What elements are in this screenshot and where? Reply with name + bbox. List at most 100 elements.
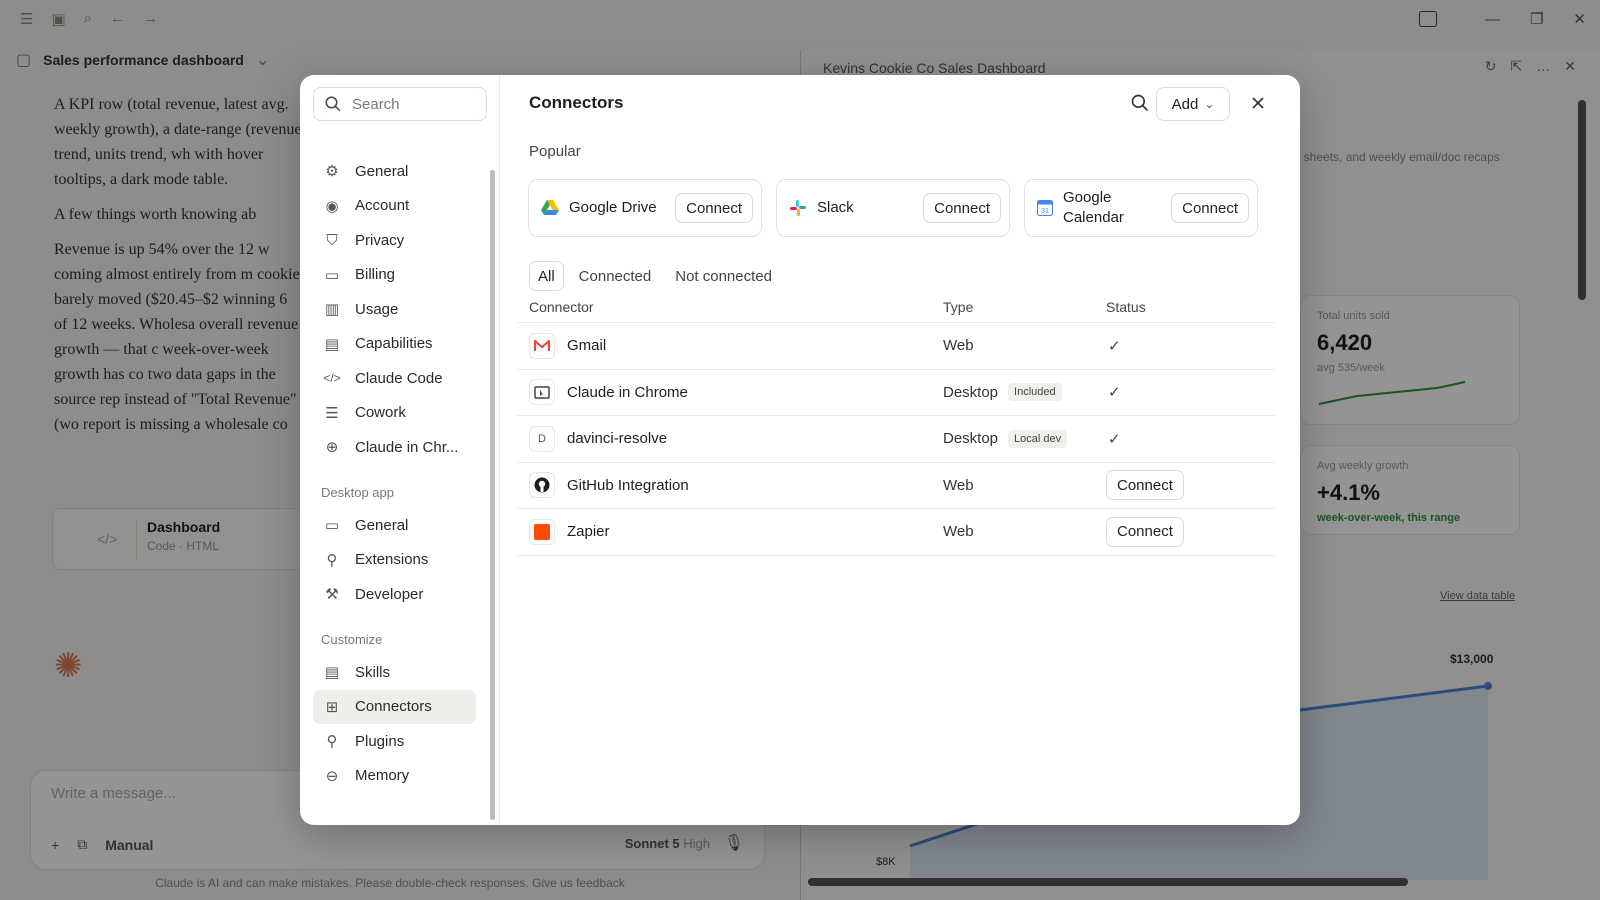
connector-type: Web xyxy=(943,476,974,494)
sidebar-item-account[interactable]: ◉ Account xyxy=(313,189,476,223)
google-drive-icon xyxy=(541,200,559,215)
sidebar-item-cowork[interactable]: ☰ Cowork xyxy=(313,396,476,430)
briefcase-icon: ▤ xyxy=(324,335,340,353)
status-badge: Local dev xyxy=(1008,429,1068,448)
monitor-icon: ▭ xyxy=(324,517,340,534)
slack-icon xyxy=(790,200,806,216)
check-icon: ✓ xyxy=(1108,430,1121,448)
popular-card-google-calendar: 31 Google Calendar Connect xyxy=(1024,179,1258,237)
connect-button[interactable]: Connect xyxy=(1106,516,1184,547)
sidebar-item-label: Skills xyxy=(355,663,391,681)
popular-card-name: Google Calendar xyxy=(1063,189,1124,226)
page-title: Connectors xyxy=(529,93,624,112)
table-row[interactable]: Claude in Chrome Desktop Included ✓ xyxy=(517,370,1275,416)
sidebar-item-claude-in-chrome[interactable]: ⊕ Claude in Chr... xyxy=(313,430,476,464)
sidebar-item-developer[interactable]: ⚒ Developer xyxy=(313,577,476,611)
sidebar-item-skills[interactable]: ▤ Skills xyxy=(313,655,476,689)
list-icon: ☰ xyxy=(325,404,339,422)
table-row[interactable]: Zapier Web Connect xyxy=(517,509,1275,556)
zapier-icon xyxy=(529,518,555,545)
sidebar-scrollbar[interactable] xyxy=(490,170,495,820)
nav-section-title: Desktop app xyxy=(321,485,394,500)
github-icon xyxy=(529,472,555,499)
sidebar-item-connectors[interactable]: ⊞ Connectors xyxy=(313,689,476,724)
tab-connected[interactable]: Connected xyxy=(570,261,661,291)
sidebar-item-label: Developer xyxy=(355,585,424,603)
sidebar-item-extensions[interactable]: ⚲ Extensions xyxy=(313,543,476,577)
status-badge: Included xyxy=(1008,383,1062,402)
connect-button[interactable]: Connect xyxy=(1106,470,1184,501)
sidebar-item-label: Extensions xyxy=(355,551,429,568)
card-icon: ▭ xyxy=(324,266,340,284)
sidebar-item-label: Connectors xyxy=(355,698,432,715)
connector-type: Desktop xyxy=(943,383,999,401)
sidebar-item-label: Memory xyxy=(355,767,410,784)
scroll-icon: ▤ xyxy=(324,664,340,681)
sidebar-item-label: Account xyxy=(355,197,410,214)
settings-search[interactable] xyxy=(313,87,487,121)
add-label: Add xyxy=(1171,95,1199,113)
sidebar-item-label: Plugins xyxy=(355,732,405,750)
connector-type: Web xyxy=(943,337,974,355)
connector-name: Zapier xyxy=(567,523,610,541)
sidebar-item-label: Billing xyxy=(355,266,396,283)
sidebar-item-label: Claude in Chr... xyxy=(355,438,459,456)
add-button[interactable]: Add ⌄ xyxy=(1156,87,1230,121)
search-icon xyxy=(325,96,341,112)
gmail-icon xyxy=(529,332,555,359)
table-row[interactable]: Ddavinci-resolve Desktop Local dev ✓ xyxy=(517,416,1275,463)
filter-tabs: All Connected Not connected xyxy=(529,261,781,291)
wrench-icon: ⚒ xyxy=(325,586,339,603)
nav-section-title: Customize xyxy=(321,632,383,647)
connector-name: davinci-resolve xyxy=(567,430,668,448)
user-circle-icon: ◉ xyxy=(325,197,339,215)
globe-icon: ⊕ xyxy=(325,439,339,456)
connect-button[interactable]: Connect xyxy=(675,193,753,223)
table-row[interactable]: Gmail Web ✓ xyxy=(517,323,1275,370)
letter-d-icon: D xyxy=(529,425,555,452)
check-icon: ✓ xyxy=(1108,384,1121,402)
code-icon: </> xyxy=(323,371,341,385)
check-icon: ✓ xyxy=(1108,337,1121,355)
popular-card-name: Google Drive xyxy=(569,199,657,216)
popular-card-slack: Slack Connect xyxy=(776,179,1010,237)
popular-card-google-drive: Google Drive Connect xyxy=(528,179,762,237)
sidebar-item-label: Usage xyxy=(355,300,399,318)
sidebar-item-privacy[interactable]: ⛉ Privacy xyxy=(313,223,476,257)
sidebar-item-claude-code[interactable]: </> Claude Code xyxy=(313,361,476,395)
search-icon[interactable] xyxy=(1130,93,1150,113)
grid-plus-icon: ⊞ xyxy=(325,698,339,716)
connectors-table: Connector Type Status Gmail Web ✓ Claude… xyxy=(517,291,1275,556)
tab-all[interactable]: All xyxy=(529,261,564,291)
sidebar-item-capabilities[interactable]: ▤ Capabilities xyxy=(313,327,476,361)
sidebar-item-label: Cowork xyxy=(355,404,406,421)
gear-icon: ⚙ xyxy=(325,163,339,180)
connect-button[interactable]: Connect xyxy=(923,193,1001,223)
google-calendar-icon: 31 xyxy=(1037,200,1053,216)
tab-not-connected[interactable]: Not connected xyxy=(666,261,781,291)
sidebar-item-label: General xyxy=(355,162,409,180)
connector-name: GitHub Integration xyxy=(567,476,689,494)
sidebar-item-plugins[interactable]: ⚲ Plugins xyxy=(313,724,476,758)
column-header: Connector xyxy=(529,298,594,315)
connectors-panel: Connectors Add ⌄ Popular Google Drive Con… xyxy=(500,75,1300,825)
search-input[interactable] xyxy=(352,95,472,113)
sidebar-item-desktop-general[interactable]: ▭ General xyxy=(313,508,476,542)
connector-name: Gmail xyxy=(567,337,607,355)
memory-icon: ⊖ xyxy=(325,767,339,785)
sidebar-item-billing[interactable]: ▭ Billing xyxy=(313,258,476,292)
sidebar-item-label: Claude Code xyxy=(355,369,443,387)
close-icon[interactable] xyxy=(1248,93,1268,113)
browser-icon xyxy=(529,379,555,406)
popular-heading: Popular xyxy=(529,143,581,160)
table-row[interactable]: GitHub Integration Web Connect xyxy=(517,463,1275,509)
connect-button[interactable]: Connect xyxy=(1171,193,1249,223)
sidebar-item-label: Capabilities xyxy=(355,335,433,352)
plug-icon: ⚲ xyxy=(326,551,338,569)
column-header: Type xyxy=(943,298,974,315)
column-header: Status xyxy=(1106,298,1146,315)
sidebar-item-general[interactable]: ⚙ General xyxy=(313,154,476,188)
sidebar-item-memory[interactable]: ⊖ Memory xyxy=(313,759,476,793)
sidebar-item-label: Privacy xyxy=(355,231,405,249)
sidebar-item-usage[interactable]: ▥ Usage xyxy=(313,292,476,326)
